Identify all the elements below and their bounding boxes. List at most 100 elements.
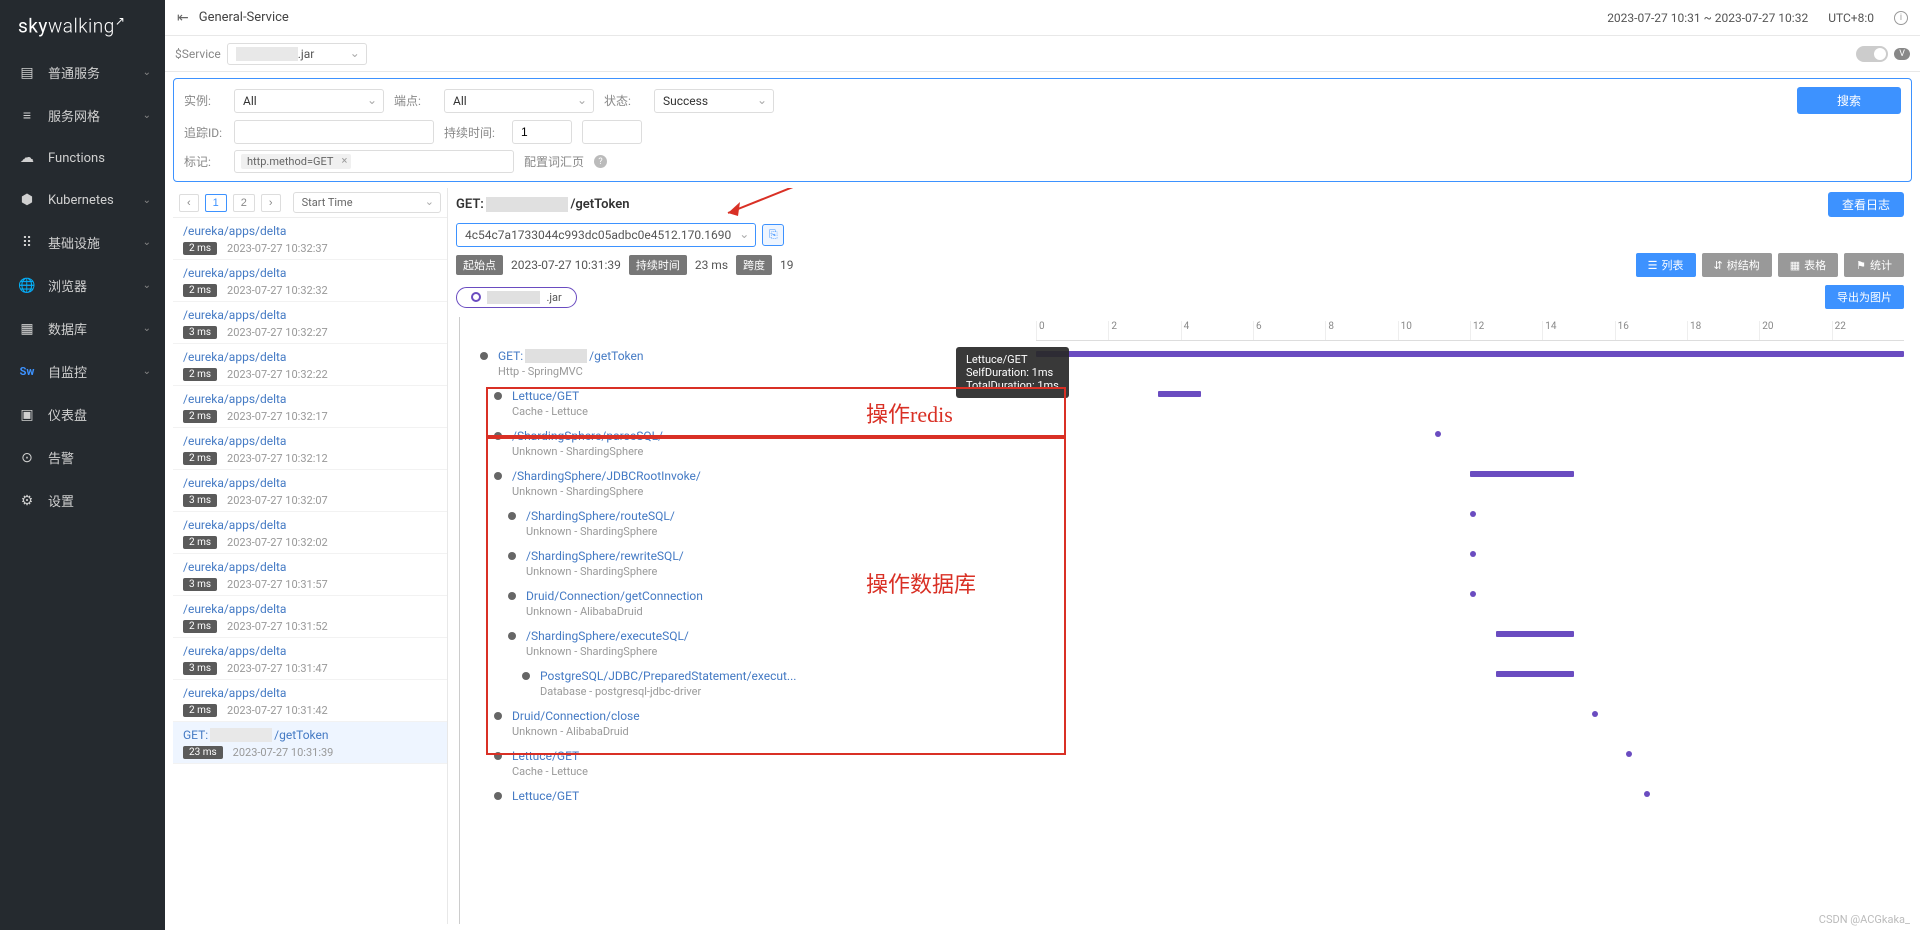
info-icon[interactable]: i bbox=[1894, 11, 1908, 25]
span-row[interactable]: /ShardingSphere/routeSQL/ Unknown - Shar… bbox=[456, 505, 1036, 545]
duration-badge: 3 ms bbox=[183, 326, 217, 339]
span-tree: GET:x/getToken Http - SpringMVC Lettuce/… bbox=[456, 317, 1036, 924]
service-select[interactable]: x.jar bbox=[227, 43, 367, 65]
duration-badge: 23 ms bbox=[183, 746, 223, 759]
vocab-link[interactable]: 配置词汇页 bbox=[524, 153, 584, 170]
trace-item[interactable]: /eureka/apps/delta 2 ms 2023-07-27 10:31… bbox=[173, 680, 447, 722]
span-row[interactable]: GET:x/getToken Http - SpringMVC bbox=[456, 345, 1036, 385]
trace-item[interactable]: GET:x/getToken 23 ms 2023-07-27 10:31:39 bbox=[173, 722, 447, 764]
filter-panel: 实例: All 端点: All 状态: Success 搜索 追踪ID: 持续时… bbox=[173, 78, 1912, 182]
trace-item[interactable]: /eureka/apps/delta 3 ms 2023-07-27 10:31… bbox=[173, 554, 447, 596]
page-prev[interactable]: ‹ bbox=[179, 194, 199, 212]
nav-item[interactable]: Sw自监控⌄ bbox=[0, 350, 165, 393]
pagination-row: ‹ 1 2 › Start Time bbox=[173, 188, 447, 218]
trace-item[interactable]: /eureka/apps/delta 3 ms 2023-07-27 10:31… bbox=[173, 638, 447, 680]
time-range[interactable]: 2023-07-27 10:31 ~ 2023-07-27 10:32 bbox=[1607, 11, 1808, 25]
nav-item[interactable]: ▤普通服务⌄ bbox=[0, 51, 165, 94]
trace-time: 2023-07-27 10:32:07 bbox=[227, 494, 328, 507]
trace-item[interactable]: /eureka/apps/delta 2 ms 2023-07-27 10:32… bbox=[173, 386, 447, 428]
span-component: Unknown - ShardingSphere bbox=[526, 565, 1036, 578]
search-button[interactable]: 搜索 bbox=[1797, 87, 1901, 114]
status-select[interactable]: Success bbox=[654, 89, 774, 113]
span-component: Cache - Lettuce bbox=[512, 765, 1036, 778]
nav-item[interactable]: ▦数据库⌄ bbox=[0, 307, 165, 350]
trace-item[interactable]: /eureka/apps/delta 2 ms 2023-07-27 10:32… bbox=[173, 428, 447, 470]
page-2[interactable]: 2 bbox=[233, 194, 255, 212]
help-icon[interactable]: ? bbox=[594, 155, 607, 168]
main: ⇤ General-Service 2023-07-27 10:31 ~ 202… bbox=[165, 0, 1920, 930]
span-row[interactable]: Lettuce/GET bbox=[456, 785, 1036, 825]
nav-label: 服务网格 bbox=[48, 106, 100, 125]
span-row[interactable]: /ShardingSphere/parseSQL/ Unknown - Shar… bbox=[456, 425, 1036, 465]
trace-time: 2023-07-27 10:32:12 bbox=[227, 452, 328, 465]
nav-icon: 🌐 bbox=[18, 277, 36, 295]
sort-select[interactable]: Start Time bbox=[293, 192, 441, 213]
traceid-select[interactable]: 4c54c7a1733044c993dc05adbc0e4512.170.169… bbox=[456, 223, 756, 247]
duration-meta-label: 持续时间 bbox=[629, 255, 687, 275]
duration-badge: 3 ms bbox=[183, 662, 217, 675]
duration-min-input[interactable] bbox=[512, 120, 572, 144]
nav-item[interactable]: ≡服务网格⌄ bbox=[0, 94, 165, 137]
breadcrumb[interactable]: General-Service bbox=[199, 10, 289, 25]
trace-item[interactable]: /eureka/apps/delta 2 ms 2023-07-27 10:31… bbox=[173, 596, 447, 638]
axis-tick: 0 bbox=[1036, 321, 1108, 340]
nav-item[interactable]: ⠿基础设施⌄ bbox=[0, 221, 165, 264]
trace-item[interactable]: /eureka/apps/delta 3 ms 2023-07-27 10:32… bbox=[173, 470, 447, 512]
trace-endpoint: /eureka/apps/delta bbox=[183, 434, 437, 448]
trace-item[interactable]: /eureka/apps/delta 2 ms 2023-07-27 10:32… bbox=[173, 260, 447, 302]
nav-item[interactable]: ⚙设置 bbox=[0, 479, 165, 522]
duration-badge: 2 ms bbox=[183, 620, 217, 633]
view-tree-button[interactable]: ⇵ 树结构 bbox=[1702, 253, 1772, 277]
view-log-button[interactable]: 查看日志 bbox=[1828, 192, 1904, 217]
nav-item[interactable]: ⬢Kubernetes⌄ bbox=[0, 179, 165, 221]
span-count-label: 跨度 bbox=[736, 255, 772, 275]
span-component: Unknown - ShardingSphere bbox=[526, 525, 1036, 538]
page-next[interactable]: › bbox=[261, 194, 281, 212]
trace-endpoint: /eureka/apps/delta bbox=[183, 308, 437, 322]
nav-item[interactable]: ⊙告警 bbox=[0, 436, 165, 479]
span-operation: /ShardingSphere/executeSQL/ bbox=[526, 629, 1036, 643]
nav-item[interactable]: ☁Functions bbox=[0, 137, 165, 179]
axis-tick: 14 bbox=[1542, 321, 1614, 340]
export-image-button[interactable]: 导出为图片 bbox=[1825, 285, 1904, 309]
span-operation: Lettuce/GET bbox=[512, 389, 1036, 403]
page-1[interactable]: 1 bbox=[205, 194, 227, 212]
nav-item[interactable]: ▣仪表盘 bbox=[0, 393, 165, 436]
service-chip[interactable]: x.jar bbox=[456, 287, 577, 308]
view-table-button[interactable]: ▦ 表格 bbox=[1778, 253, 1838, 277]
span-row[interactable]: Lettuce/GET Cache - Lettuce bbox=[456, 745, 1036, 785]
collapse-icon[interactable]: ⇤ bbox=[177, 10, 189, 26]
instance-select[interactable]: All bbox=[234, 89, 384, 113]
timeline: 0246810121416182022 bbox=[1036, 317, 1904, 924]
nav-icon: ▤ bbox=[18, 64, 36, 82]
service-bar: $Service x.jar V bbox=[165, 36, 1920, 72]
endpoint-select[interactable]: All bbox=[444, 89, 594, 113]
span-row[interactable]: /ShardingSphere/rewriteSQL/ Unknown - Sh… bbox=[456, 545, 1036, 585]
span-row[interactable]: Druid/Connection/getConnection Unknown -… bbox=[456, 585, 1036, 625]
axis-tick: 8 bbox=[1325, 321, 1397, 340]
span-row[interactable]: Lettuce/GET Cache - Lettuce bbox=[456, 385, 1036, 425]
tags-input[interactable]: http.method=GET bbox=[234, 150, 514, 173]
axis-tick: 12 bbox=[1470, 321, 1542, 340]
toggle-switch[interactable] bbox=[1856, 46, 1888, 62]
traceid-input[interactable] bbox=[234, 120, 434, 144]
view-list-button[interactable]: ☰ 列表 bbox=[1636, 253, 1696, 277]
duration-max-input[interactable] bbox=[582, 120, 642, 144]
tag-chip[interactable]: http.method=GET bbox=[241, 154, 351, 169]
view-stats-button[interactable]: ⚑ 统计 bbox=[1844, 253, 1904, 277]
duration-badge: 2 ms bbox=[183, 536, 217, 549]
span-row[interactable]: PostgreSQL/JDBC/PreparedStatement/execut… bbox=[456, 665, 1036, 705]
duration-label: 持续时间: bbox=[444, 124, 502, 141]
axis-tick: 16 bbox=[1615, 321, 1687, 340]
trace-item[interactable]: /eureka/apps/delta 2 ms 2023-07-27 10:32… bbox=[173, 344, 447, 386]
trace-item[interactable]: /eureka/apps/delta 3 ms 2023-07-27 10:32… bbox=[173, 302, 447, 344]
span-row[interactable]: Druid/Connection/close Unknown - Alibaba… bbox=[456, 705, 1036, 745]
nav-item[interactable]: 🌐浏览器⌄ bbox=[0, 264, 165, 307]
nav-label: 浏览器 bbox=[48, 276, 87, 295]
trace-item[interactable]: /eureka/apps/delta 2 ms 2023-07-27 10:32… bbox=[173, 512, 447, 554]
span-row[interactable]: /ShardingSphere/JDBCRootInvoke/ Unknown … bbox=[456, 465, 1036, 505]
trace-item[interactable]: /eureka/apps/delta 2 ms 2023-07-27 10:32… bbox=[173, 218, 447, 260]
span-row[interactable]: /ShardingSphere/executeSQL/ Unknown - Sh… bbox=[456, 625, 1036, 665]
endpoint-label: 端点: bbox=[394, 92, 434, 109]
copy-icon[interactable]: ⎘ bbox=[762, 224, 784, 246]
